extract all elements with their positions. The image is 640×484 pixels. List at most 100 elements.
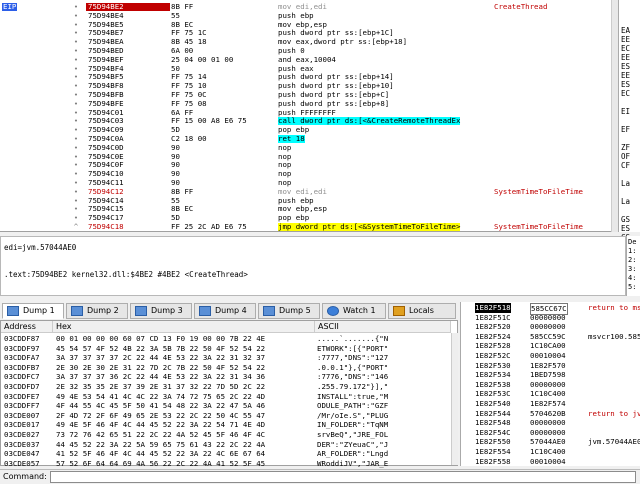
stack-row[interactable]: 1E82F534 1BED7598 — [461, 370, 640, 380]
dump-header-ascii[interactable]: ASCII — [315, 321, 451, 333]
tab-locals[interactable]: Locals — [388, 303, 456, 319]
disasm-row[interactable]: • 75D94C0D 90 nop — [0, 142, 611, 152]
instruction-text: push ebp — [278, 11, 314, 20]
disasm-row[interactable]: • 75D94BEF 25 04 00 01 00 and eax,10004 — [0, 55, 611, 64]
stack-row[interactable]: 1E82F518 585CC67C return to ms — [461, 303, 640, 316]
stack-row[interactable]: 1E82F550 57044AE0 jvm.57044AE0 — [461, 437, 640, 447]
breakpoint-gutter[interactable]: • — [68, 11, 84, 20]
disasm-row[interactable]: • 75D94BFE FF 75 08 push dword ptr ss:[ebp+… — [0, 98, 611, 108]
registers-panel[interactable]: EAEEECEEESEEESECEIEFZFOFCFLaLaGSESCS — [618, 0, 640, 242]
disasm-address: 75D94C18 — [88, 222, 124, 231]
register-name: La — [621, 197, 631, 206]
tab-label: Watch 1 — [343, 306, 376, 315]
dump-row[interactable]: 03CDDFD7 2E 32 35 35 2E 37 39 2E 31 37 32… — [1, 382, 451, 392]
stack-row[interactable]: 1E82F51C 00000000 — [461, 313, 640, 323]
dump-row[interactable]: 03CDDFE7 49 4E 53 54 41 4C 4C 22 3A 74 72… — [1, 392, 451, 402]
memory-dump-view[interactable]: Address Hex ASCII 03CDDF87 00 01 00 00 00… — [0, 320, 458, 477]
dump-row[interactable]: 03CDE027 73 72 76 42 65 51 22 2C 22 4A 52… — [1, 430, 451, 440]
dump-address: 03CDDFE7 — [4, 391, 40, 401]
watch-icon — [327, 306, 339, 316]
tab-watch-1[interactable]: Watch 1 — [322, 303, 386, 319]
tab-dump-3[interactable]: Dump 3 — [130, 303, 192, 319]
dump-icon — [7, 306, 19, 316]
stack-row[interactable]: 1E82F548 00000000 — [461, 418, 640, 428]
stack-value: 57044AE0 — [530, 437, 566, 447]
disasm-address: 75D94C0D — [88, 142, 124, 152]
instruction-text: ret 18 — [278, 135, 305, 143]
call-info-item: 3: — [628, 265, 637, 273]
stack-row[interactable]: 1E82F558 00010004 — [461, 457, 640, 467]
register-name: La — [621, 179, 631, 188]
stack-row[interactable]: 1E82F52C 00010004 — [461, 351, 640, 361]
dump-row[interactable]: 03CDDF97 45 54 57 4F 52 4B 22 3A 5B 7B 22… — [1, 344, 451, 354]
stack-row[interactable]: 1E82F520 00000000 — [461, 322, 640, 332]
dump-row[interactable]: 03CDE057 57 52 6F 64 64 69 4A 56 22 2C 22… — [1, 459, 451, 469]
dump-address: 03CDE027 — [4, 430, 40, 439]
dump-header-hex[interactable]: Hex — [53, 321, 315, 333]
disasm-row[interactable]: ^ 75D94C18 FF 25 2C AD E6 75 jmp dword ptr … — [0, 222, 611, 231]
stack-address: 1E82F540 — [475, 399, 511, 408]
disasm-instruction: nop — [278, 153, 493, 161]
info-location: .text:75D94BE2 kernel32.dll:$4BE2 #4BE2 … — [4, 270, 248, 279]
tab-dump-2[interactable]: Dump 2 — [66, 303, 128, 319]
register-name: OF — [621, 152, 631, 161]
stack-row[interactable]: 1E82F554 1C10C400 — [461, 447, 640, 457]
disasm-instruction: mov eax,dword ptr ss:[ebp+18] — [278, 38, 493, 46]
dump-row[interactable]: 03CDDFF7 4F 44 55 4C 45 5F 50 41 54 48 22… — [1, 401, 451, 411]
dump-row[interactable]: 03CDDFA7 3A 37 37 37 37 2C 22 44 4E 53 22… — [1, 353, 451, 363]
breakpoint-gutter[interactable]: • — [68, 143, 84, 152]
instruction-text: nop — [278, 152, 292, 161]
disasm-address: 75D94C12 — [88, 186, 124, 196]
register-name: ES — [621, 80, 631, 89]
stack-row[interactable]: 1E82F524 585CC59C msvcr100.585 — [461, 332, 640, 342]
disasm-row[interactable]: • 75D94BE4 55 push ebp — [0, 10, 611, 20]
dump-hex: 73 72 76 42 65 51 22 2C 22 4A 52 45 5F 4… — [56, 430, 266, 439]
disasm-instruction: ret 18 — [278, 135, 493, 143]
dump-icon — [199, 306, 211, 316]
stack-view[interactable]: 1E82F518 585CC67C return to ms 1E82F51C 0000… — [460, 302, 640, 466]
disasm-bytes: FF 75 08 — [171, 98, 207, 108]
stack-value: 1E82F570 — [530, 360, 566, 370]
dump-hex: 49 4E 5F 46 4F 4C 44 45 52 22 3A 22 54 7… — [56, 420, 266, 430]
command-input[interactable] — [50, 471, 636, 483]
disassembly-scrollbar[interactable] — [611, 0, 618, 232]
dump-row[interactable]: 03CDE007 2F 4D 72 2F 6F 49 65 2E 53 22 2C… — [1, 411, 451, 421]
disasm-address: 75D94BE4 — [88, 10, 124, 20]
stack-row[interactable]: 1E82F530 1E82F570 — [461, 361, 640, 371]
stack-row[interactable]: 1E82F544 5704620B return to jv — [461, 409, 640, 419]
dump-ascii: ODULE_PATH":"GZF — [317, 401, 389, 411]
instruction-text: push dword ptr ss:[ebp+1C] — [278, 29, 394, 38]
tab-dump-5[interactable]: Dump 5 — [258, 303, 320, 319]
tab-dump-4[interactable]: Dump 4 — [194, 303, 256, 319]
breakpoint-gutter[interactable]: • — [68, 99, 84, 108]
disasm-bytes: 90 — [171, 142, 180, 152]
stack-row[interactable]: 1E82F540 1E82F574 — [461, 399, 640, 409]
stack-comment: jvm.57044AE0 — [588, 437, 640, 447]
info-pane: edi=jvm.57044AE0 .text:75D94BE2 kernel32… — [0, 236, 626, 296]
dump-row[interactable]: 03CDE047 41 52 5F 46 4F 4C 44 45 52 22 3A… — [1, 449, 451, 459]
dump-hex: 44 45 52 22 3A 22 5A 59 65 75 61 43 22 2… — [56, 439, 266, 449]
dump-header-address[interactable]: Address — [1, 321, 53, 333]
stack-value: 00000000 — [530, 312, 566, 322]
dump-scrollbar[interactable] — [451, 333, 458, 465]
stack-row[interactable]: 1E82F54C 00000000 — [461, 428, 640, 438]
stack-row[interactable]: 1E82F53C 1C10C400 — [461, 389, 640, 399]
dump-ascii: ETWORK":[{"PORT" — [317, 343, 389, 353]
stack-row[interactable]: 1E82F538 00000000 — [461, 380, 640, 390]
disasm-instruction: push ebp — [278, 12, 493, 20]
disassembly-view[interactable]: EIP • 75D94BE2 8B FF mov edi,edi CreateThread… — [0, 0, 611, 232]
breakpoint-gutter[interactable]: • — [68, 55, 84, 64]
dump-row[interactable]: 03CDE037 44 45 52 22 3A 22 5A 59 65 75 61… — [1, 440, 451, 450]
dump-ascii: .0.0.1"},{"PORT" — [317, 362, 389, 372]
disasm-row[interactable]: • 75D94C12 8B FF mov edi,edi SystemTimeToFil… — [0, 186, 611, 196]
stack-row[interactable]: 1E82F528 1C10CA00 — [461, 341, 640, 351]
breakpoint-gutter[interactable]: ^ — [68, 222, 84, 231]
stack-address: 1E82F524 — [475, 331, 511, 341]
dump-row[interactable]: 03CDDFB7 2E 30 2E 30 2E 31 22 7D 2C 7B 22… — [1, 363, 451, 373]
disasm-bytes: 55 — [171, 10, 180, 20]
dump-row[interactable]: 03CDDF87 00 01 00 00 00 60 07 CD 13 F0 19… — [1, 334, 451, 344]
breakpoint-gutter[interactable]: • — [68, 187, 84, 196]
tab-dump-1[interactable]: Dump 1 — [2, 303, 64, 319]
dump-row[interactable]: 03CDE017 49 4E 5F 46 4F 4C 44 45 52 22 3A… — [1, 420, 451, 430]
dump-row[interactable]: 03CDDFC7 3A 37 37 37 36 2C 22 44 4E 53 22… — [1, 372, 451, 382]
